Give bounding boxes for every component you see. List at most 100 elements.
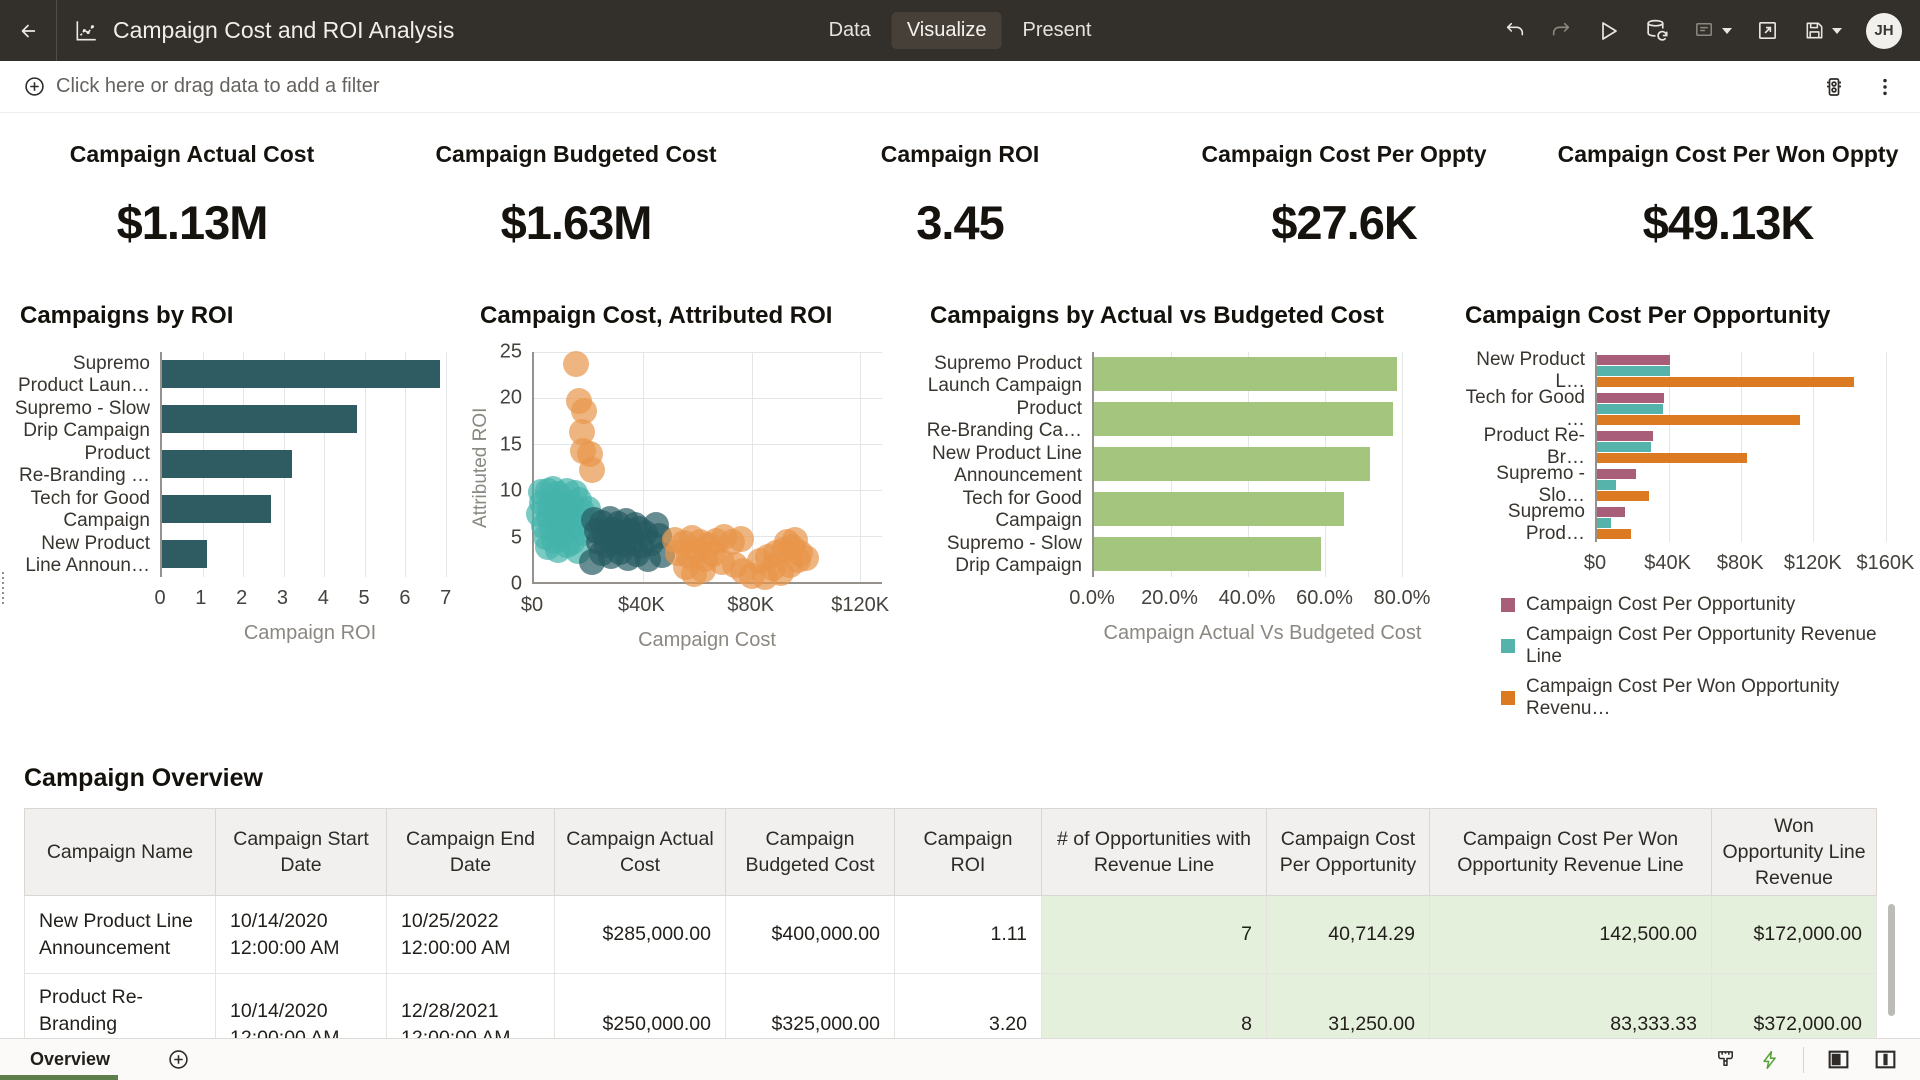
kpi-campaign-budgeted-cost[interactable]: Campaign Budgeted Cost $1.63M [384, 141, 768, 250]
plot-area [160, 352, 460, 577]
x-axis-title: Campaign Actual Vs Budgeted Cost [1092, 622, 1433, 645]
column-header[interactable]: Campaign Cost Per Won Opportunity Revenu… [1430, 809, 1712, 896]
bar[interactable] [1597, 507, 1625, 517]
table-cell[interactable]: 10/14/2020 12:00:00 AM [216, 974, 387, 1046]
back-button[interactable] [0, 0, 57, 61]
table-cell[interactable]: 83,333.33 [1430, 974, 1712, 1046]
column-header[interactable]: Campaign End Date [387, 809, 555, 896]
table-cell[interactable]: $172,000.00 [1712, 896, 1877, 974]
bar[interactable] [1597, 491, 1649, 501]
bar[interactable] [1094, 492, 1344, 526]
bar[interactable] [1597, 393, 1664, 403]
bar[interactable] [1597, 442, 1651, 452]
scatter-point[interactable] [782, 527, 808, 553]
open-window-icon[interactable] [1756, 19, 1779, 42]
column-header[interactable]: # of Opportunities with Revenue Line [1042, 809, 1267, 896]
kebab-menu-icon[interactable] [1874, 76, 1896, 98]
table-cell[interactable]: 1.11 [895, 896, 1042, 974]
bar[interactable] [1094, 537, 1321, 571]
bar[interactable] [1597, 355, 1670, 365]
bar[interactable] [1597, 404, 1663, 414]
kpi-cost-per-won-oppty[interactable]: Campaign Cost Per Won Oppty $49.13K [1536, 141, 1920, 250]
column-header[interactable]: Won Opportunity Line Revenue [1712, 809, 1877, 896]
column-header[interactable]: Campaign Start Date [216, 809, 387, 896]
table-cell[interactable]: 12/28/2021 12:00:00 AM [387, 974, 555, 1046]
column-header[interactable]: Campaign Actual Cost [555, 809, 726, 896]
save-icon[interactable] [1803, 19, 1842, 42]
bar[interactable] [1597, 469, 1636, 479]
bar[interactable] [1597, 453, 1747, 463]
spark-bolt-icon[interactable] [1759, 1049, 1781, 1071]
bar[interactable] [1597, 415, 1800, 425]
kpi-campaign-roi[interactable]: Campaign ROI 3.45 [768, 141, 1152, 250]
table-cell[interactable]: 8 [1042, 974, 1267, 1046]
style-brush-icon[interactable] [1714, 1048, 1737, 1071]
bar[interactable] [162, 360, 440, 388]
table-cell[interactable]: $285,000.00 [555, 896, 726, 974]
bar[interactable] [162, 540, 207, 568]
table-cell[interactable]: Product Re-Branding Campaign [25, 974, 216, 1046]
add-filter-plus-icon[interactable] [24, 76, 45, 97]
column-header[interactable]: Campaign Name [25, 809, 216, 896]
play-icon[interactable] [1596, 19, 1620, 43]
tab-data[interactable]: Data [814, 12, 886, 49]
kpi-cost-per-oppty[interactable]: Campaign Cost Per Oppty $27.6K [1152, 141, 1536, 250]
canvas-settings-icon[interactable] [1822, 75, 1846, 99]
bar[interactable] [1597, 377, 1854, 387]
table-cell[interactable]: $372,000.00 [1712, 974, 1877, 1046]
bar[interactable] [1094, 402, 1393, 436]
bar[interactable] [1094, 357, 1397, 391]
tab-visualize[interactable]: Visualize [892, 12, 1002, 49]
table-cell[interactable]: 142,500.00 [1430, 896, 1712, 974]
scatter-point[interactable] [690, 557, 716, 583]
bar[interactable] [1094, 447, 1370, 481]
scatter-point[interactable] [728, 526, 754, 552]
chart-title: Campaigns by ROI [20, 302, 460, 330]
bar[interactable] [162, 495, 271, 523]
bar[interactable] [162, 405, 357, 433]
legend-item[interactable]: Campaign Cost Per Won Opportunity Revenu… [1501, 676, 1900, 720]
canvas-drag-handle[interactable] [2, 572, 4, 604]
canvas-tab-overview[interactable]: Overview [0, 1039, 142, 1080]
table-cell[interactable]: 10/25/2022 12:00:00 AM [387, 896, 555, 974]
table-cell[interactable]: $400,000.00 [726, 896, 895, 974]
table-cell[interactable]: 7 [1042, 896, 1267, 974]
table-cell[interactable]: 3.20 [895, 974, 1042, 1046]
scatter-point[interactable] [579, 457, 605, 483]
legend-item[interactable]: Campaign Cost Per Opportunity [1501, 594, 1900, 616]
table-cell[interactable]: 10/14/2020 12:00:00 AM [216, 896, 387, 974]
axis-tick-label: $0 [521, 594, 543, 617]
bar[interactable] [1597, 480, 1616, 490]
refresh-data-icon[interactable] [1644, 18, 1669, 43]
column-header[interactable]: Campaign Cost Per Opportunity [1267, 809, 1430, 896]
undo-icon[interactable] [1504, 20, 1526, 42]
bar[interactable] [1597, 366, 1670, 376]
axis-tick-label: 80.0% [1374, 587, 1431, 610]
table-cell[interactable]: $325,000.00 [726, 974, 895, 1046]
table-cell[interactable]: New Product Line Announcement [25, 896, 216, 974]
legend-item[interactable]: Campaign Cost Per Opportunity Revenue Li… [1501, 624, 1900, 668]
scatter-point[interactable] [579, 549, 605, 575]
scatter-point[interactable] [563, 351, 589, 377]
avatar[interactable]: JH [1866, 13, 1902, 49]
filter-prompt[interactable]: Click here or drag data to add a filter [56, 75, 380, 98]
bar[interactable] [1597, 518, 1611, 528]
scatter-point[interactable] [752, 564, 778, 590]
comment-icon[interactable] [1693, 19, 1732, 42]
table-scrollbar-thumb[interactable] [1888, 904, 1895, 1016]
right-panel-toggle-icon[interactable] [1873, 1047, 1898, 1072]
table-cell[interactable]: 40,714.29 [1267, 896, 1430, 974]
kpi-campaign-actual-cost[interactable]: Campaign Actual Cost $1.13M [0, 141, 384, 250]
left-panel-toggle-icon[interactable] [1826, 1047, 1851, 1072]
bar[interactable] [1597, 431, 1653, 441]
table-cell[interactable]: 31,250.00 [1267, 974, 1430, 1046]
add-canvas-plus-icon[interactable] [168, 1049, 189, 1070]
bar[interactable] [162, 450, 292, 478]
column-header[interactable]: Campaign Budgeted Cost [726, 809, 895, 896]
redo-icon[interactable] [1550, 20, 1572, 42]
table-cell[interactable]: $250,000.00 [555, 974, 726, 1046]
bar[interactable] [1597, 529, 1631, 539]
column-header[interactable]: Campaign ROI [895, 809, 1042, 896]
tab-present[interactable]: Present [1008, 12, 1107, 49]
divider [1803, 1047, 1804, 1073]
